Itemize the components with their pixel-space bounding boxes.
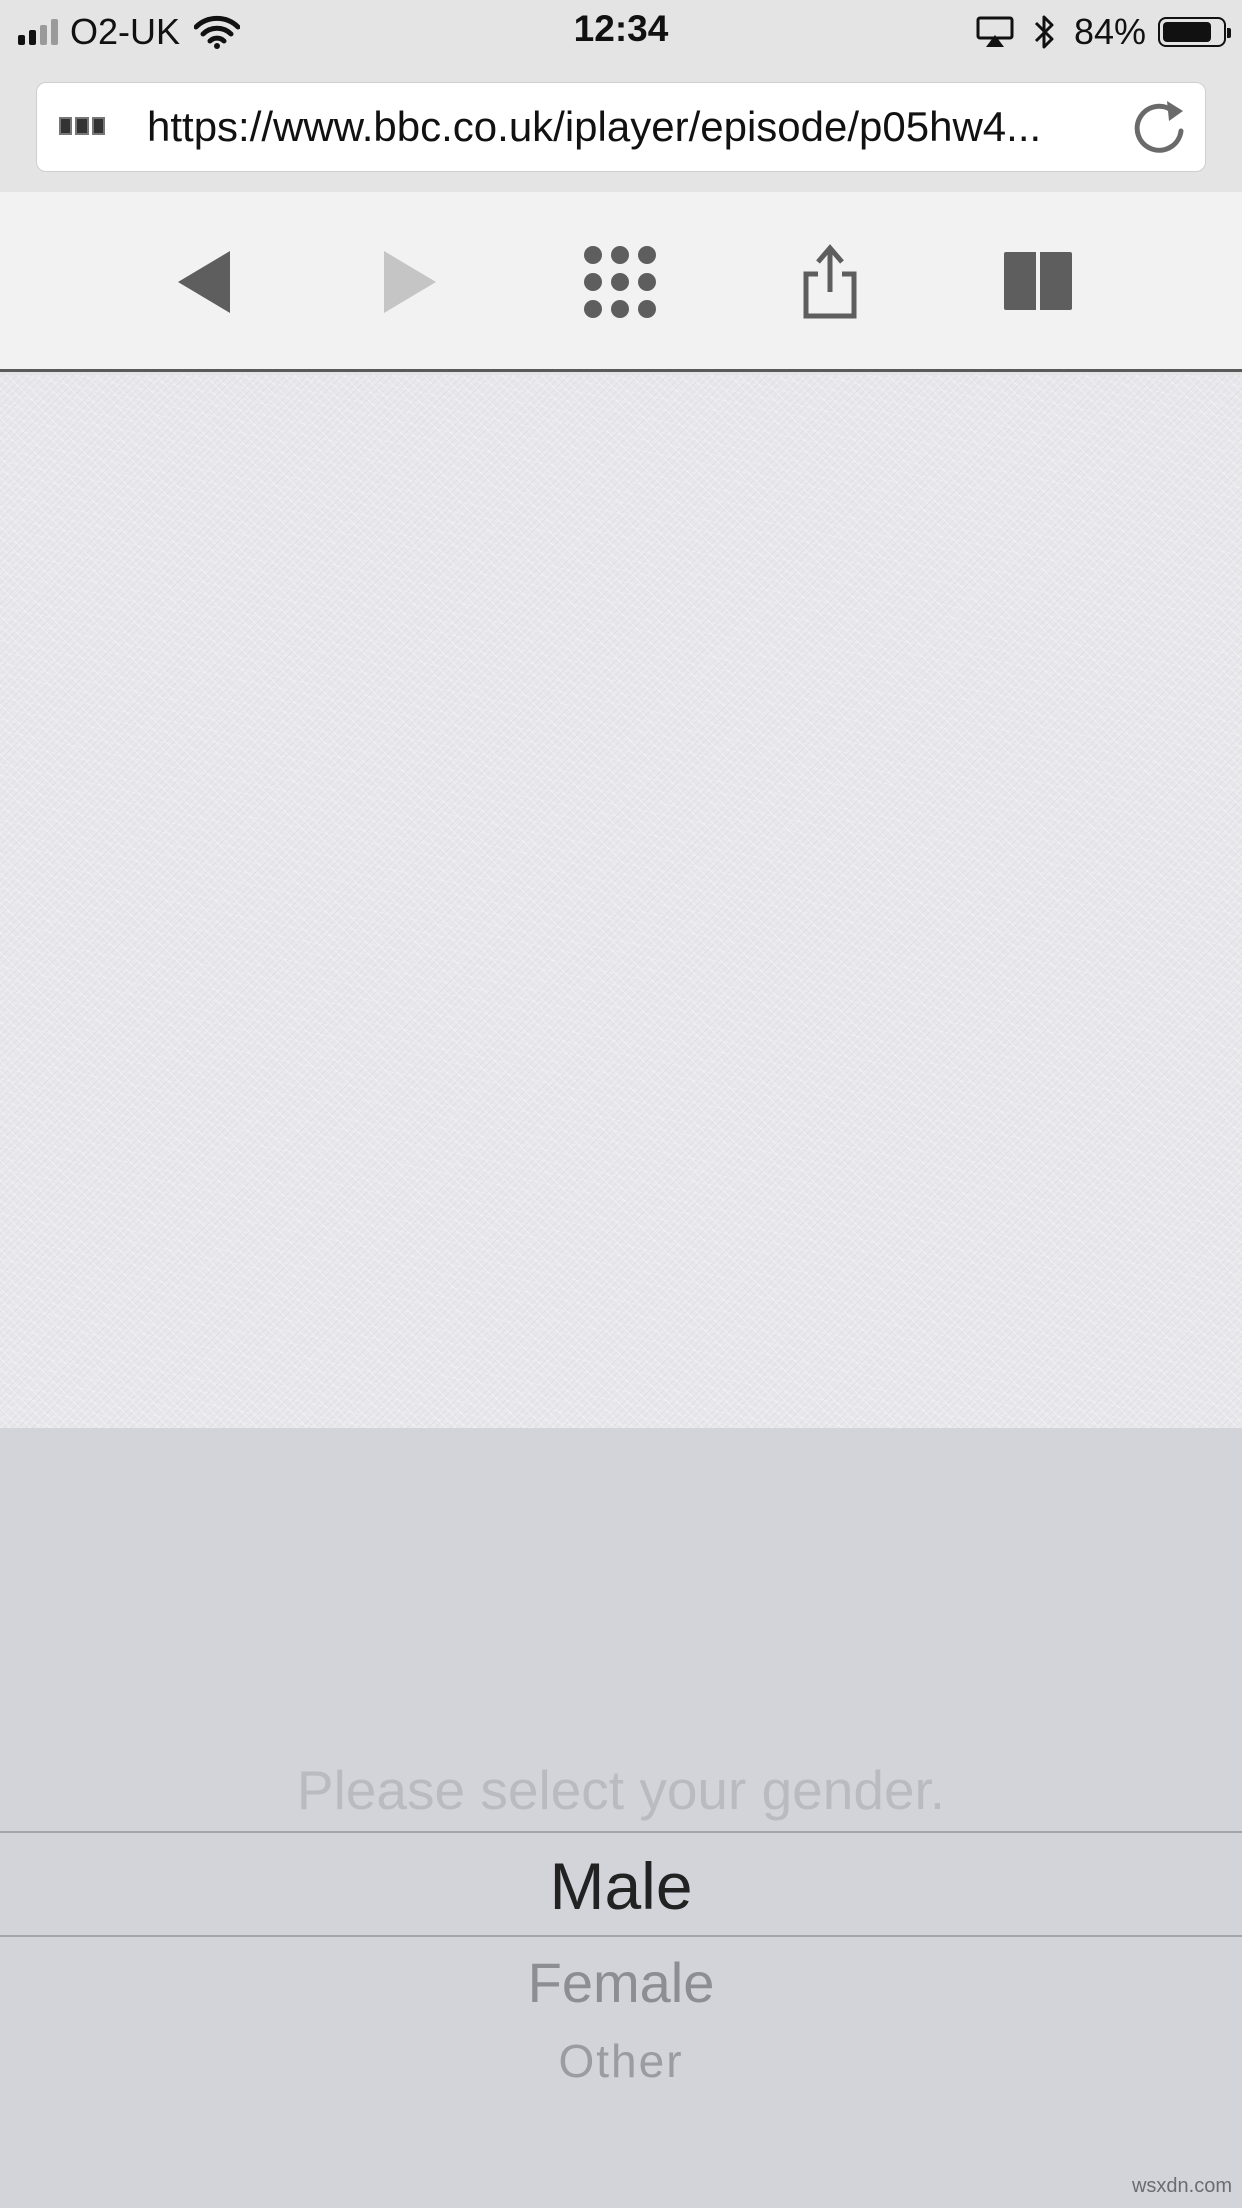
bluetooth-icon xyxy=(1034,15,1054,49)
share-button[interactable] xyxy=(790,242,870,322)
browser-toolbar xyxy=(0,192,1242,372)
url-field[interactable]: https://www.bbc.co.uk/iplayer/episode/p0… xyxy=(36,82,1206,172)
forward-button[interactable] xyxy=(370,242,450,322)
battery-icon xyxy=(1158,17,1231,47)
picker-selection-top-line xyxy=(0,1831,1242,1833)
forward-icon xyxy=(384,251,436,313)
tabs-grid-icon xyxy=(584,246,656,318)
watermark: wsxdn.com xyxy=(1131,2175,1232,2197)
picker-option-selected[interactable]: Male xyxy=(0,1848,1242,1924)
tabs-button[interactable] xyxy=(580,242,660,322)
battery-percent: 84% xyxy=(1073,11,1146,52)
picker-option-other[interactable]: Other xyxy=(0,2034,1242,2088)
back-button[interactable] xyxy=(164,242,244,322)
picker-selection-bottom-line xyxy=(0,1935,1242,1937)
status-right: 84% xyxy=(976,10,1231,54)
bbc-favicon xyxy=(59,117,105,135)
picker-prompt: Please select your gender. xyxy=(296,1759,946,1821)
share-icon xyxy=(803,244,857,319)
status-bar: O2-UK 12:34 84% xyxy=(0,0,1242,64)
airplay-icon xyxy=(976,16,1014,47)
picker-option-female[interactable]: Female xyxy=(0,1950,1242,2015)
address-bar-area: https://www.bbc.co.uk/iplayer/episode/p0… xyxy=(0,64,1242,192)
url-text[interactable]: https://www.bbc.co.uk/iplayer/episode/p0… xyxy=(147,103,1127,151)
bookmarks-button[interactable] xyxy=(998,242,1078,322)
battery-fill xyxy=(1163,22,1211,42)
reload-icon[interactable] xyxy=(1127,95,1191,159)
bookmarks-icon xyxy=(1004,252,1072,310)
page-content xyxy=(0,375,1242,1428)
back-icon xyxy=(178,251,230,313)
